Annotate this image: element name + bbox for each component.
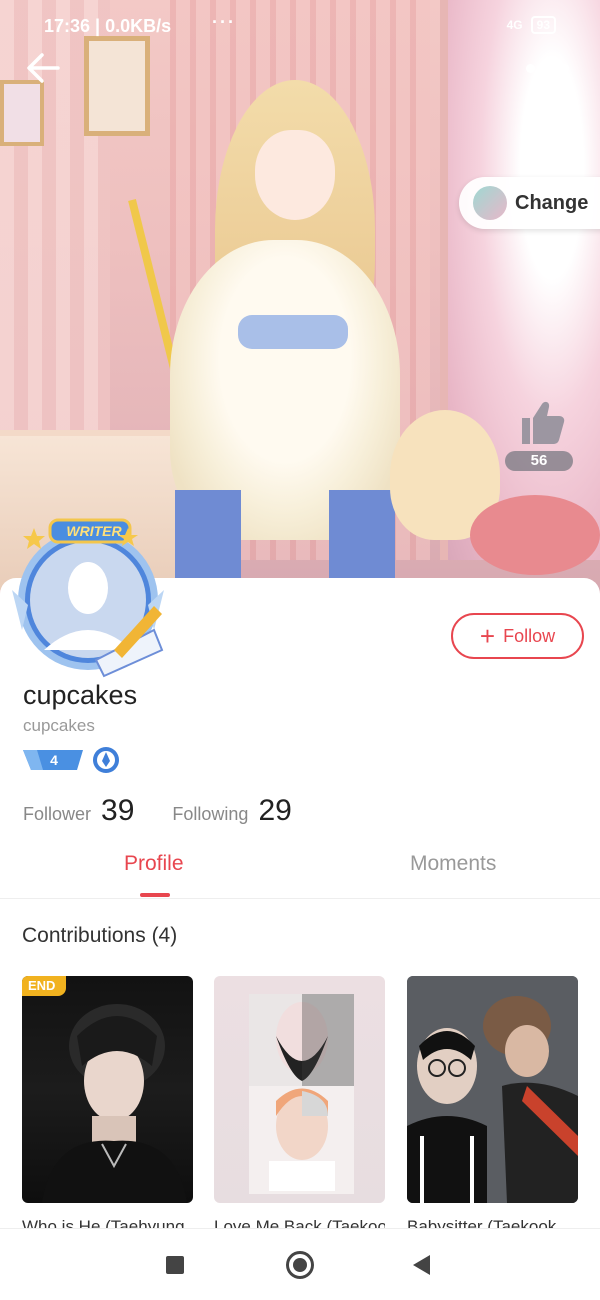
back-button[interactable] <box>24 48 64 88</box>
tab-moments[interactable]: Moments <box>410 852 496 876</box>
battery-icon: 93 <box>530 16 556 34</box>
follow-button[interactable]: + Follow <box>451 613 584 659</box>
pillow <box>470 495 600 575</box>
avatar-character-face <box>255 130 335 220</box>
book-cover[interactable]: END <box>22 976 193 1203</box>
book-cover[interactable] <box>214 976 385 1203</box>
system-nav-bar <box>0 1228 600 1300</box>
tab-profile[interactable]: Profile <box>124 852 184 876</box>
book-cover-art <box>42 1004 187 1203</box>
book-cover-art <box>249 994 354 1194</box>
following-label[interactable]: Following <box>172 804 248 825</box>
book-cover-art <box>407 976 578 1203</box>
follower-count[interactable]: 39 <box>101 794 134 828</box>
square-icon[interactable] <box>166 1256 184 1274</box>
contributions-title: Contributions (4) <box>22 924 178 947</box>
avatar-character-boots <box>175 490 395 580</box>
network-label: 4G <box>506 18 523 32</box>
outfit-thumbnail-icon <box>473 186 507 220</box>
profile-handle: cupcakes <box>23 716 95 735</box>
wall-picture <box>84 36 150 136</box>
follower-label[interactable]: Follower <box>23 804 91 825</box>
like-count: 56 <box>505 451 573 471</box>
follow-label: Follow <box>503 625 556 646</box>
status-right-icons: 4G 93 <box>507 16 556 34</box>
status-time: 17:36 | 0.0KB/s <box>44 16 172 36</box>
triangle-back-icon[interactable] <box>413 1255 430 1275</box>
level-badge: 4 <box>23 748 85 772</box>
status-bar: 17:36 | 0.0KB/s ··· 4G 93 <box>0 10 600 46</box>
more-options-button[interactable] <box>526 58 574 78</box>
arrow-left-icon <box>27 53 60 83</box>
profile-avatar[interactable]: WRITER <box>4 510 176 682</box>
book-cover[interactable] <box>407 976 578 1203</box>
level-number: 4 <box>50 752 58 768</box>
wall-picture-small <box>0 80 44 146</box>
circle-icon[interactable] <box>286 1251 314 1279</box>
writer-badge-label: WRITER <box>66 523 122 539</box>
status-dots: ··· <box>212 12 236 32</box>
follow-stats: Follower 39 Following 29 <box>23 794 330 828</box>
end-tag: END <box>22 976 66 996</box>
quill-medal-icon <box>92 746 120 774</box>
following-count[interactable]: 29 <box>258 794 291 828</box>
thumbs-up-icon <box>522 401 565 444</box>
avatar-character-ribbon <box>238 315 348 349</box>
change-outfit-button[interactable]: Change <box>459 177 600 229</box>
active-tab-indicator <box>140 893 170 897</box>
change-label: Change <box>515 191 589 214</box>
more-dots-icon <box>526 63 535 73</box>
plus-icon: + <box>479 621 496 651</box>
profile-username: cupcakes <box>23 680 138 710</box>
profile-tabs: Profile Moments <box>0 844 600 899</box>
